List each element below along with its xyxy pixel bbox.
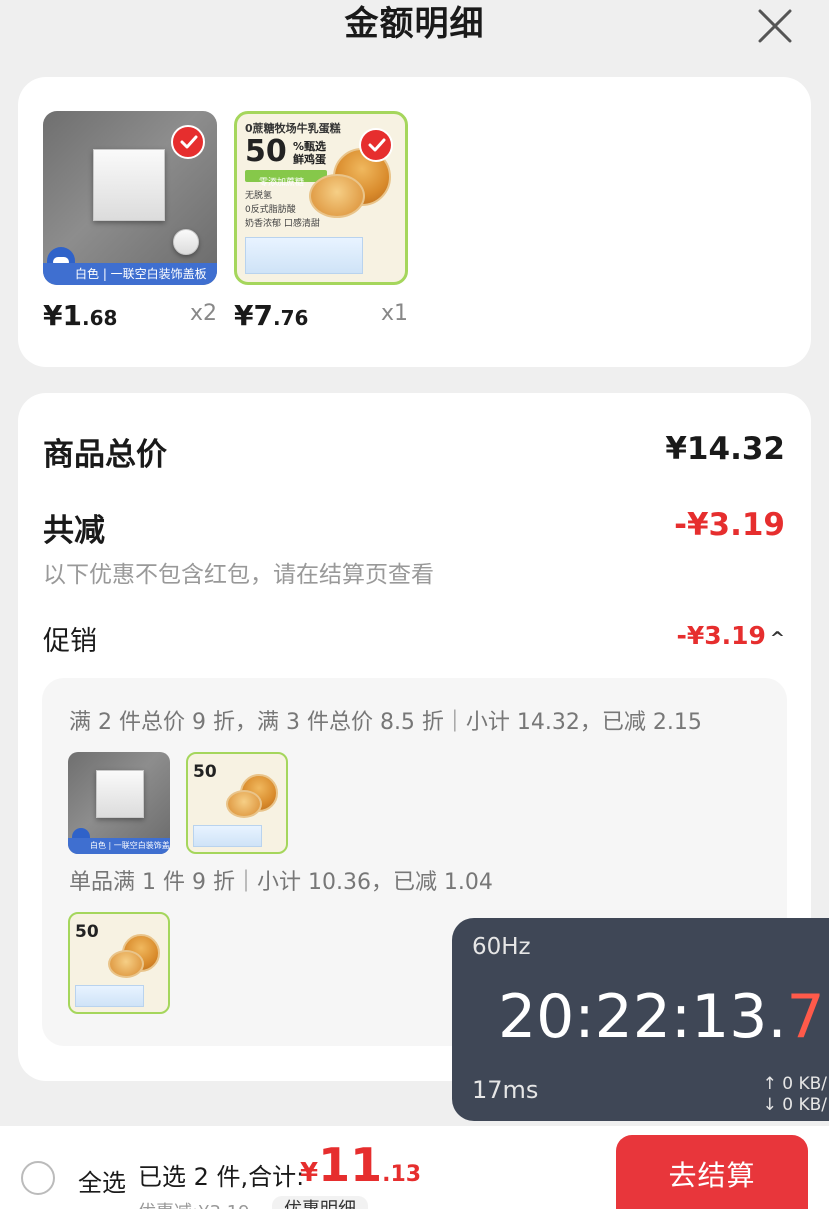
order-total: ¥11.13 — [300, 1138, 422, 1192]
promotion-product-thumbnail[interactable]: 50 — [186, 752, 288, 854]
performance-overlay[interactable]: 60Hz 20:22:13.7 17ms ↑ 0 KB/ ↓ 0 KB/ — [452, 918, 829, 1121]
switch-plate-image — [93, 149, 165, 221]
reduction-value: -¥3.19 — [674, 507, 785, 543]
promotion-rule: 单品满 1 件 9 折｜小计 10.36，已减 1.04 — [69, 870, 493, 895]
selected-check-icon[interactable] — [171, 125, 205, 159]
selected-products-card: 白色 | 一联空白装饰盖板 ¥1.68 x2 0蔗糖牧场牛乳蛋糕 50 %甄选 … — [18, 77, 811, 367]
reduction-note: 以下优惠不包含红包，请在结算页查看 — [43, 562, 434, 588]
cake-image — [108, 950, 144, 978]
product-tile-headline: 50 — [245, 134, 287, 169]
checkout-button[interactable]: 去结算 — [616, 1135, 808, 1209]
latency-readout: 17ms — [472, 1076, 539, 1104]
discount-summary: 优惠减:¥3.19 — [138, 1198, 250, 1209]
promotion-product-thumbnail[interactable]: 50 — [68, 912, 170, 1014]
product-tile-subheadline: %甄选 鲜鸡蛋 — [293, 140, 327, 166]
product-tile-feature: 奶香浓郁 口感清甜 — [245, 219, 320, 229]
promotion-rule: 满 2 件总价 9 折，满 3 件总价 8.5 折｜小计 14.32，已减 2.… — [69, 710, 702, 735]
product-price: ¥7.76 — [234, 299, 309, 332]
package-image — [193, 825, 262, 847]
checkout-bar: 全选 已选 2 件,合计: ¥11.13 优惠减:¥3.19 优惠明细 去结算 — [0, 1126, 829, 1209]
package-image — [245, 237, 363, 274]
sheet-header: 金额明细 — [0, 0, 829, 60]
product-tile-feature: 0反式脂肪酸 — [245, 205, 296, 215]
product-item[interactable]: 0蔗糖牧场牛乳蛋糕 50 %甄选 鲜鸡蛋 零添加蔗糖 无脱氢 0反式脂肪酸 奶香… — [234, 111, 408, 332]
product-quantity: x1 — [380, 301, 408, 326]
promotion-label: 促销 — [43, 626, 97, 657]
promotion-value: -¥3.19 — [676, 621, 766, 650]
download-speed: ↓ 0 KB/ — [762, 1095, 827, 1115]
promotion-toggle[interactable]: -¥3.19 ^ — [676, 621, 785, 650]
select-all-label[interactable]: 全选 — [78, 1163, 126, 1198]
page-title: 金额明细 — [344, 4, 485, 44]
product-quantity: x2 — [189, 301, 217, 326]
product-tile-headline: 50 — [193, 762, 217, 782]
refresh-rate: 60Hz — [472, 934, 531, 960]
chevron-up-icon: ^ — [769, 628, 785, 649]
selected-check-icon[interactable] — [359, 128, 393, 162]
total-price-value: ¥14.32 — [665, 431, 785, 467]
product-image[interactable]: 白色 | 一联空白装饰盖板 — [43, 111, 217, 285]
product-tile-banner: 零添加蔗糖 — [245, 170, 327, 188]
upload-speed: ↑ 0 KB/ — [762, 1074, 827, 1094]
package-image — [75, 985, 144, 1007]
cake-image — [226, 790, 262, 818]
product-tile-label: 白色 | 一联空白装饰盖板 — [43, 263, 217, 285]
product-tile-label: 白色 | 一联空白装饰盖板 — [68, 838, 170, 854]
total-price-label: 商品总价 — [43, 437, 167, 473]
promotion-product-thumbnail[interactable]: 白色 | 一联空白装饰盖板 — [68, 752, 170, 854]
selected-count: 已选 2 件,合计: — [138, 1163, 305, 1191]
discount-detail-button[interactable]: 优惠明细 — [272, 1196, 368, 1209]
network-speed: ↑ 0 KB/ ↓ 0 KB/ — [763, 1074, 827, 1116]
switch-plate-image — [96, 770, 144, 818]
clock-readout: 20:22:13.7 — [498, 982, 825, 1052]
product-price: ¥1.68 — [43, 299, 118, 332]
reduction-label: 共减 — [43, 513, 105, 549]
select-all-radio[interactable] — [21, 1161, 55, 1195]
product-tile-feature: 无脱氢 — [245, 191, 273, 201]
close-icon[interactable] — [757, 8, 793, 44]
detail-inset-image — [173, 229, 199, 255]
product-image[interactable]: 0蔗糖牧场牛乳蛋糕 50 %甄选 鲜鸡蛋 零添加蔗糖 无脱氢 0反式脂肪酸 奶香… — [234, 111, 408, 285]
product-item[interactable]: 白色 | 一联空白装饰盖板 ¥1.68 x2 — [43, 111, 217, 332]
product-tile-headline: 50 — [75, 922, 99, 942]
cake-image — [309, 174, 365, 218]
